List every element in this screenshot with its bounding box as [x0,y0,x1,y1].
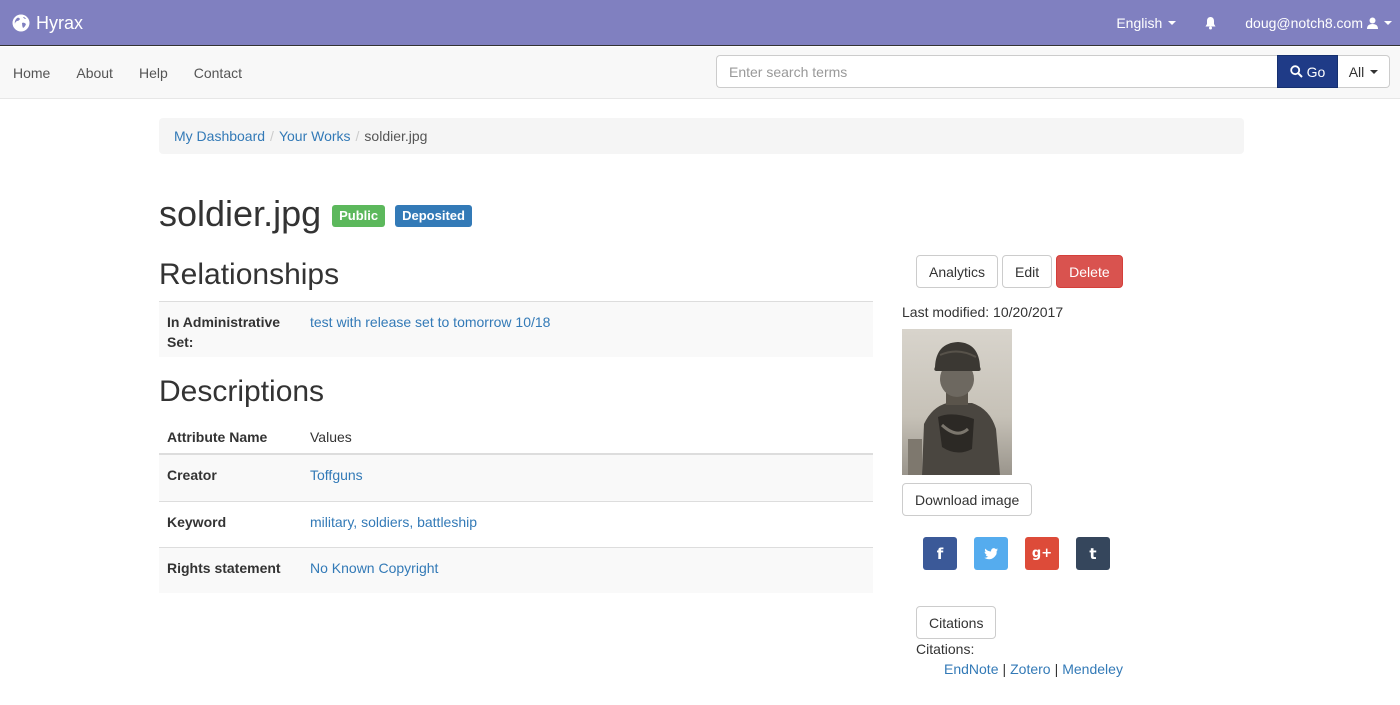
tumblr-icon[interactable]: t [1076,537,1110,570]
main-navbar: Home About Help Contact Go All [0,47,1400,99]
citations-label: Citations: [916,641,975,657]
chevron-down-icon [1168,21,1177,25]
relationships-table: In Administrative Set: test with release… [159,301,873,357]
analytics-button[interactable]: Analytics [916,255,999,288]
nav-about[interactable]: About [63,65,126,81]
relationships-heading: Relationships [159,258,340,291]
table-row: Rights statement No Known Copyright [159,547,873,593]
search-icon [1289,65,1303,78]
user-email: doug@notch8.com [1245,15,1363,31]
nav-contact[interactable]: Contact [181,65,255,81]
attribute-name: Keyword [167,514,227,530]
chevron-down-icon [1370,69,1379,74]
admin-set-link[interactable]: test with release set to tomorrow 10/18 [310,312,550,332]
top-navbar: Hyrax English doug@notch8.com [0,0,1400,46]
column-header-values: Values [310,429,352,445]
status-badge: Deposited [395,205,472,227]
link-separator: | [1002,661,1007,677]
work-thumbnail[interactable] [902,329,1012,475]
visibility-badge: Public [332,205,386,227]
breadcrumb-separator: / [270,128,274,144]
breadcrumb-your-works[interactable]: Your Works [279,128,351,144]
nav-home[interactable]: Home [0,65,63,81]
breadcrumb-current: soldier.jpg [364,128,428,144]
attribute-name: Rights statement [167,560,281,576]
citation-links: EndNote | Zotero | Mendeley [944,661,1123,677]
breadcrumb: My Dashboard / Your Works / soldier.jpg [159,118,1244,154]
brand-name: Hyrax [36,12,84,33]
download-image-button[interactable]: Download image [902,483,1033,516]
user-menu[interactable]: doug@notch8.com [1245,15,1392,31]
attribute-name: Creator [167,467,217,483]
search-go-button[interactable]: Go [1277,55,1338,88]
page-title: soldier.jpg [159,193,322,234]
work-title-row: soldier.jpg Public Deposited [159,192,482,236]
table-header-row: Attribute Name Values [159,418,873,455]
search-input[interactable] [716,55,1277,88]
twitter-icon[interactable] [974,537,1008,570]
descriptions-table: Attribute Name Values Creator Toffguns K… [159,418,873,593]
language-dropdown[interactable]: English [1116,15,1177,31]
language-label: English [1116,15,1163,31]
work-actions: Analytics Edit Delete [916,255,1127,288]
zotero-link[interactable]: Zotero [1010,661,1050,677]
social-share: f g+ t [923,537,1127,570]
user-icon [1367,17,1378,29]
delete-button[interactable]: Delete [1056,255,1123,288]
notifications-link[interactable] [1204,16,1217,30]
google-plus-icon[interactable]: g+ [1025,537,1059,570]
edit-button[interactable]: Edit [1002,255,1053,288]
search-form: Go All [716,55,1390,88]
breadcrumb-dashboard[interactable]: My Dashboard [174,128,265,144]
attribute-value-link[interactable]: military, soldiers, battleship [310,512,477,532]
attribute-value-link[interactable]: No Known Copyright [310,558,438,578]
twitter-bird-icon [984,547,998,559]
chevron-down-icon [1384,21,1392,25]
nav-help[interactable]: Help [126,65,181,81]
go-label: Go [1306,63,1326,80]
table-row: Keyword military, soldiers, battleship [159,501,873,547]
citations-button[interactable]: Citations [916,606,997,639]
column-header-attribute: Attribute Name [167,429,268,445]
scope-label: All [1348,63,1365,80]
descriptions-heading: Descriptions [159,375,325,408]
globe-icon [12,14,30,32]
brand-link[interactable]: Hyrax [12,10,83,36]
table-row: Creator Toffguns [159,455,873,501]
endnote-link[interactable]: EndNote [944,661,998,677]
last-modified: Last modified: 10/20/2017 [902,304,1064,320]
admin-set-label: In Administrative Set: [167,314,281,350]
facebook-icon[interactable]: f [923,537,957,570]
mendeley-link[interactable]: Mendeley [1062,661,1123,677]
link-separator: | [1054,661,1059,677]
search-scope-dropdown[interactable]: All [1338,55,1390,88]
breadcrumb-separator: / [355,128,360,144]
attribute-value-link[interactable]: Toffguns [310,465,363,485]
bell-icon [1205,17,1216,30]
